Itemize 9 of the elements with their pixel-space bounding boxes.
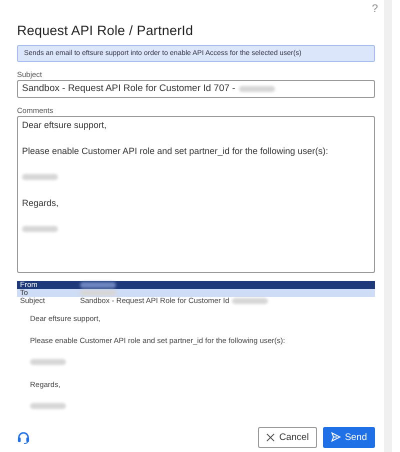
send-icon: [330, 432, 341, 442]
comments-field[interactable]: Dear eftsure support, Please enable Customer API role and set partner_id for the following user(s): Regards,: [17, 116, 375, 273]
cancel-button[interactable]: Cancel: [258, 426, 317, 448]
help-icon[interactable]: ?: [372, 3, 378, 15]
dialog-title: Request API Role / PartnerId: [17, 23, 194, 40]
close-icon: [266, 432, 276, 442]
subject-field[interactable]: Sandbox - Request API Role for Customer Id 707 -: [17, 80, 375, 98]
headset-icon[interactable]: [17, 430, 30, 444]
send-button[interactable]: Send: [322, 426, 375, 448]
